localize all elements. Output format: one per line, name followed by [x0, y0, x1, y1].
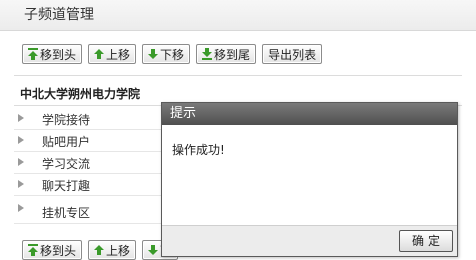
- order-toolbar-bottom: 移到头 上移 下: [22, 240, 179, 260]
- move-to-top-label: 移到头: [40, 243, 77, 258]
- move-up-icon: [94, 48, 105, 60]
- dialog-footer: 确定: [162, 225, 457, 256]
- list-item-label: 贴吧用户: [42, 135, 91, 149]
- dialog-message: 操作成功!: [172, 143, 225, 157]
- move-to-top-label: 移到头: [40, 47, 77, 62]
- move-up-label: 上移: [106, 243, 131, 258]
- move-to-top-button[interactable]: 移到头: [22, 240, 83, 260]
- expand-arrow-icon: [18, 158, 24, 166]
- list-item[interactable]: 学习交流: [14, 152, 174, 174]
- expand-arrow-icon: [18, 136, 24, 144]
- move-to-bottom-label: 移到尾: [214, 47, 251, 62]
- move-down-icon: [148, 48, 159, 60]
- move-to-bottom-icon: [202, 48, 213, 60]
- ok-button[interactable]: 确定: [399, 230, 453, 252]
- move-up-button[interactable]: 上移: [88, 240, 137, 260]
- alert-dialog: 提示 操作成功! 确定: [161, 102, 458, 257]
- list-item-label: 聊天打趣: [42, 179, 91, 193]
- expand-arrow-icon: [18, 114, 24, 122]
- move-up-label: 上移: [106, 47, 131, 62]
- list-item-label: 学院接待: [42, 113, 91, 127]
- move-down-button[interactable]: 下移: [142, 44, 191, 64]
- move-up-button[interactable]: 上移: [88, 44, 137, 64]
- move-down-icon: [148, 244, 159, 256]
- order-toolbar: 移到头 上移 下移 移到尾 导出列表: [22, 44, 323, 64]
- list-item[interactable]: 聊天打趣: [14, 174, 174, 196]
- page-title: 子频道管理: [24, 7, 94, 23]
- dialog-title[interactable]: 提示: [162, 103, 457, 125]
- list-item-label: 学习交流: [42, 157, 91, 171]
- move-to-top-button[interactable]: 移到头: [22, 44, 83, 64]
- page-title-bar: 子频道管理: [0, 0, 476, 31]
- list-item[interactable]: 挂机专区: [14, 198, 174, 224]
- export-list-label: 导出列表: [268, 47, 317, 62]
- move-down-label: 下移: [160, 47, 185, 62]
- list-item[interactable]: 学院接待: [14, 108, 174, 130]
- expand-arrow-icon: [18, 204, 24, 212]
- list-item-label: 挂机专区: [42, 206, 91, 220]
- list-item[interactable]: 贴吧用户: [14, 130, 174, 152]
- export-list-button[interactable]: 导出列表: [262, 44, 323, 64]
- divider: [14, 75, 462, 76]
- move-to-bottom-button[interactable]: 移到尾: [196, 44, 257, 64]
- move-to-top-icon: [28, 48, 38, 60]
- move-to-top-icon: [28, 244, 38, 256]
- expand-arrow-icon: [18, 180, 24, 188]
- move-up-icon: [94, 244, 105, 256]
